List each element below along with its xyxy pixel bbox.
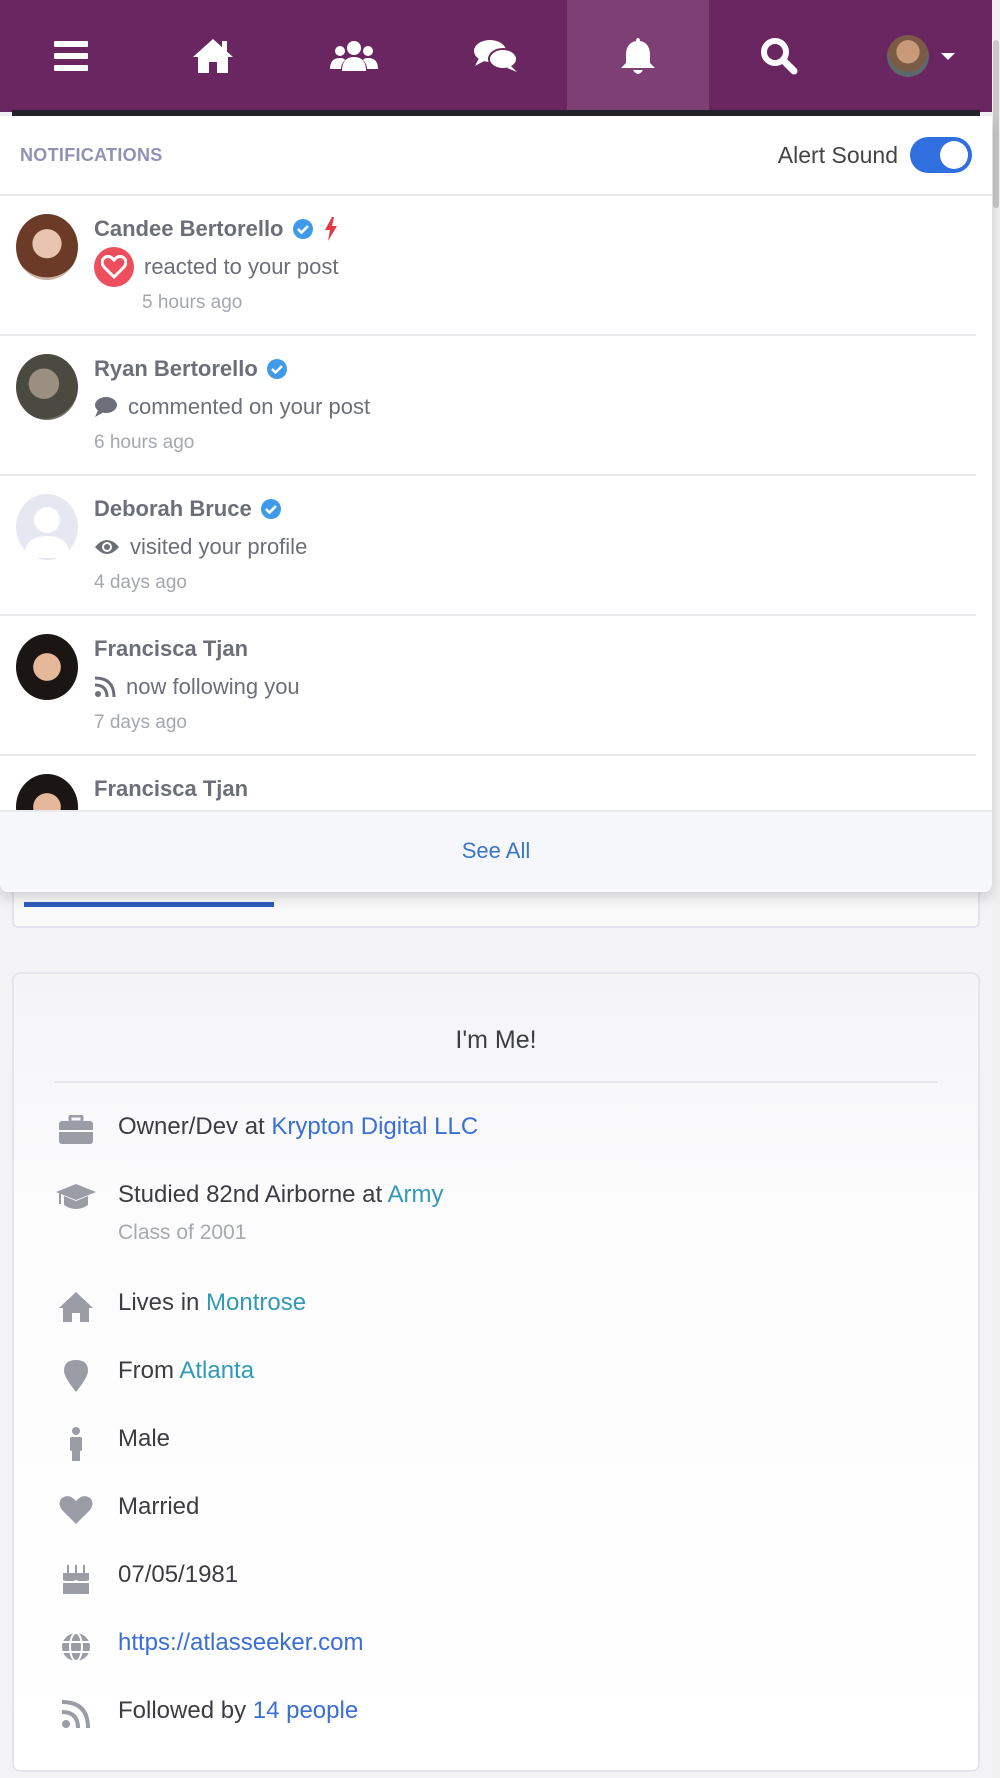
notifications-title: NOTIFICATIONS xyxy=(20,144,163,165)
top-navbar xyxy=(0,0,992,112)
about-from-row: From Atlanta xyxy=(54,1355,978,1423)
notification-time: 6 hours ago xyxy=(94,432,195,453)
alert-sound-toggle[interactable] xyxy=(910,137,972,173)
see-all-link[interactable]: See All xyxy=(462,838,531,864)
bolt-icon xyxy=(324,217,337,241)
notification-item[interactable]: Candee Bertorello reacted to your post 5… xyxy=(0,196,976,336)
menu-icon xyxy=(53,41,88,71)
avatar[interactable] xyxy=(16,494,78,560)
home-icon xyxy=(192,39,233,73)
about-from-prefix: From xyxy=(118,1357,180,1384)
notifications-header: NOTIFICATIONS Alert Sound xyxy=(0,116,992,196)
work-link[interactable]: Krypton Digital LLC xyxy=(271,1113,478,1140)
about-website-row: https://atlasseeker.com xyxy=(54,1627,978,1695)
alert-sound-label: Alert Sound xyxy=(777,141,898,168)
notification-user-name[interactable]: Francisca Tjan xyxy=(94,776,248,802)
home-button[interactable] xyxy=(142,0,284,112)
about-relationship-row: Married xyxy=(54,1491,978,1559)
rss-icon xyxy=(61,1700,90,1729)
notification-user-name[interactable]: Francisca Tjan xyxy=(94,636,248,662)
heart-icon xyxy=(94,247,134,287)
notification-user-name[interactable]: Deborah Bruce xyxy=(94,496,252,522)
about-followers-prefix: Followed by xyxy=(118,1697,253,1724)
bell-icon xyxy=(620,38,655,74)
heart-icon xyxy=(59,1496,93,1524)
about-education-row: Studied 82nd Airborne at Army Class of 2… xyxy=(54,1179,978,1287)
search-button[interactable] xyxy=(709,0,851,112)
gender-text: Male xyxy=(118,1425,171,1452)
from-link[interactable]: Atlanta xyxy=(179,1357,254,1384)
chevron-down-icon xyxy=(941,52,956,60)
education-class: Class of 2001 xyxy=(118,1221,247,1244)
notification-item[interactable]: Francisca Tjan now following you 7 days … xyxy=(0,616,976,756)
relationship-text: Married xyxy=(118,1493,200,1520)
education-link[interactable]: Army xyxy=(388,1181,444,1208)
male-icon xyxy=(70,1427,82,1461)
about-work-prefix: Owner/Dev at xyxy=(118,1113,272,1140)
notification-user-name[interactable]: Ryan Bertorello xyxy=(94,356,258,382)
notification-time: 7 days ago xyxy=(94,712,187,733)
alert-sound-control: Alert Sound xyxy=(778,137,972,173)
groups-icon xyxy=(330,41,379,71)
verified-badge-icon xyxy=(292,219,313,239)
notifications-dropdown: NOTIFICATIONS Alert Sound Candee Bertore… xyxy=(0,116,992,892)
about-gender-row: Male xyxy=(54,1423,978,1491)
messages-button[interactable] xyxy=(425,0,567,112)
menu-button[interactable] xyxy=(0,0,142,112)
active-tab-indicator xyxy=(24,902,274,907)
scrollbar[interactable] xyxy=(992,0,1000,1778)
notification-user-name[interactable]: Candee Bertorello xyxy=(94,216,284,242)
about-followers-row: Followed by 14 people xyxy=(54,1695,978,1763)
notification-action-text: reacted to your post xyxy=(144,254,339,279)
about-birthday-row: 07/05/1981 xyxy=(54,1559,978,1627)
comment-icon xyxy=(95,397,117,417)
groups-button[interactable] xyxy=(283,0,425,112)
globe-icon xyxy=(62,1632,90,1662)
lives-link[interactable]: Montrose xyxy=(206,1289,306,1316)
default-avatar-icon xyxy=(24,507,70,558)
about-work-row: Owner/Dev at Krypton Digital LLC xyxy=(54,1111,978,1179)
notification-action-text: now following you xyxy=(126,674,300,699)
notification-time: 4 days ago xyxy=(94,572,187,593)
home-icon xyxy=(59,1292,93,1322)
map-pin-icon xyxy=(64,1360,88,1392)
eye-icon xyxy=(95,540,119,554)
birthday-text: 07/05/1981 xyxy=(118,1561,239,1588)
avatar[interactable] xyxy=(16,214,78,280)
notification-item[interactable]: Deborah Bruce visited your profile 4 day… xyxy=(0,476,976,616)
scrollbar-thumb[interactable] xyxy=(993,40,999,208)
avatar[interactable] xyxy=(16,634,78,700)
about-lives-prefix: Lives in xyxy=(118,1289,207,1316)
user-menu-button[interactable] xyxy=(850,0,992,112)
search-icon xyxy=(761,38,798,75)
notification-action-text: commented on your post xyxy=(128,394,371,419)
notifications-list: Candee Bertorello reacted to your post 5… xyxy=(0,196,992,810)
notifications-button[interactable] xyxy=(566,0,709,112)
about-card: I'm Me! Owner/Dev at Krypton Digital LLC… xyxy=(12,972,980,1772)
about-list: Owner/Dev at Krypton Digital LLC Studied… xyxy=(14,1083,978,1763)
user-avatar xyxy=(887,35,930,77)
verified-badge-icon xyxy=(260,499,281,519)
birthday-cake-icon xyxy=(62,1565,90,1594)
notification-action-text: visited your profile xyxy=(130,534,308,559)
website-link[interactable]: https://atlasseeker.com xyxy=(118,1627,363,1659)
notification-item[interactable]: Francisca Tjan xyxy=(0,756,976,810)
avatar[interactable] xyxy=(16,774,78,810)
about-lives-row: Lives in Montrose xyxy=(54,1287,978,1355)
briefcase-icon xyxy=(59,1115,93,1144)
rss-icon xyxy=(94,676,116,698)
graduation-cap-icon xyxy=(56,1184,96,1209)
messages-icon xyxy=(474,40,519,72)
followers-link[interactable]: 14 people xyxy=(253,1697,358,1724)
about-title: I'm Me! xyxy=(54,1026,938,1083)
notification-time: 5 hours ago xyxy=(142,292,243,313)
avatar[interactable] xyxy=(16,354,78,420)
verified-badge-icon xyxy=(266,359,287,379)
about-education-prefix: Studied 82nd Airborne at xyxy=(118,1181,388,1208)
notifications-footer: See All xyxy=(0,810,992,890)
notification-item[interactable]: Ryan Bertorello commented on your post 6… xyxy=(0,336,976,476)
